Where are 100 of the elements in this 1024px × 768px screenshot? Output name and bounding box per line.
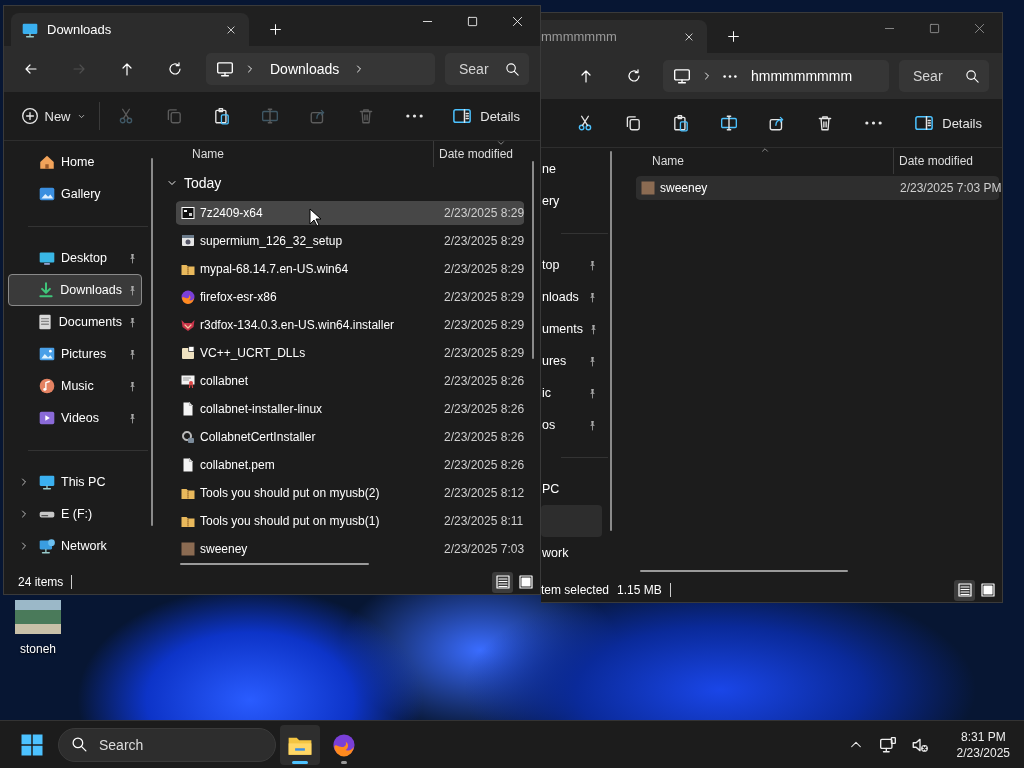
breadcrumb[interactable]: Downloads xyxy=(266,61,344,77)
scrollbar[interactable] xyxy=(640,570,848,572)
column-header[interactable]: Name xyxy=(176,141,434,167)
date-modified: 2/23/2025 7:03 xyxy=(444,542,525,556)
file-row[interactable]: firefox-esr-x86 2/23/2025 8:29 xyxy=(176,283,524,311)
sidebar-item[interactable]: Home xyxy=(8,146,142,178)
file-row[interactable]: CollabnetCertInstaller 2/23/2025 8:26 xyxy=(176,423,524,451)
taskbar-app-button[interactable] xyxy=(280,724,320,765)
more-icon xyxy=(405,114,423,118)
file-name: VC++_UCRT_DLLs xyxy=(200,346,306,360)
close-icon xyxy=(226,24,236,35)
file-row[interactable]: Tools you should put on myusb(1) 2/23/2025 8:11 xyxy=(176,507,524,535)
close-icon xyxy=(512,15,523,27)
file-name: CollabnetCertInstaller xyxy=(200,430,316,444)
scrollbar[interactable] xyxy=(532,161,534,359)
details-button[interactable]: Details xyxy=(444,100,528,132)
folder-search-field[interactable]: Sear xyxy=(445,53,529,85)
sidebar-item[interactable]: os xyxy=(541,409,602,441)
new-button[interactable]: New xyxy=(13,100,93,132)
sidebar-item[interactable]: This PC xyxy=(8,466,142,498)
browser-icon xyxy=(331,731,357,758)
sidebar-item[interactable]: work xyxy=(541,537,602,569)
date-modified: 2/23/2025 8:29 xyxy=(444,290,525,304)
date-modified: 2/23/2025 8:12 xyxy=(444,486,525,500)
tab[interactable]: mmmmmmm xyxy=(541,20,707,53)
trash-icon xyxy=(357,107,375,125)
rename-icon xyxy=(720,114,738,132)
gallery-icon xyxy=(38,185,56,203)
close-icon xyxy=(684,31,694,42)
sidebar-item[interactable]: nloads xyxy=(541,281,602,313)
sidebar-item[interactable]: Downloads xyxy=(8,274,142,306)
file-row[interactable]: sweeney 2/23/2025 7:03 xyxy=(176,535,524,563)
sidebar-item[interactable]: Documents xyxy=(8,306,142,338)
file-row[interactable]: Tools you should put on myusb(2) 2/23/2025 8:12 xyxy=(176,479,524,507)
sidebar-item[interactable]: Music xyxy=(8,370,142,402)
file-row[interactable]: 7z2409-x64 2/23/2025 8:29 xyxy=(176,199,524,227)
file-name: Tools you should put on myusb(1) xyxy=(200,514,380,528)
sidebar-item[interactable]: uments xyxy=(541,313,602,345)
sidebar-item[interactable]: Videos xyxy=(8,402,142,434)
file-row[interactable]: collabnet 2/23/2025 8:26 xyxy=(176,367,524,395)
photo-thumbnail xyxy=(15,600,61,634)
search-icon xyxy=(505,62,520,77)
file-row[interactable]: mypal-68.14.7.en-US.win64 2/23/2025 8:29 xyxy=(176,255,524,283)
sidebar-item[interactable]: ne xyxy=(541,153,602,185)
file-row[interactable]: collabnet.pem 2/23/2025 8:26 xyxy=(176,451,524,479)
file-row[interactable]: collabnet-installer-linux 2/23/2025 8:26 xyxy=(176,395,524,423)
file-row[interactable]: supermium_126_32_setup 2/23/2025 8:29 xyxy=(176,227,524,255)
column-header[interactable]: Date modified xyxy=(434,141,540,167)
taskbar-search-field[interactable]: Search xyxy=(58,727,276,762)
details-view-button[interactable] xyxy=(954,579,975,601)
breadcrumb[interactable]: hmmmmmmmm xyxy=(747,68,857,84)
column-header[interactable]: Date modified xyxy=(894,148,1002,174)
date-modified: 2/23/2025 8:29 xyxy=(444,346,525,360)
sidebar-item[interactable]: Gallery xyxy=(8,178,142,210)
column-header[interactable]: Name xyxy=(636,148,894,174)
date-modified: 2/23/2025 8:29 xyxy=(444,234,525,248)
desktop-shortcut[interactable]: stoneh xyxy=(6,600,70,656)
details-view-button[interactable] xyxy=(492,571,513,593)
sidebar-item[interactable]: Network xyxy=(8,530,142,562)
date-modified: 2/23/2025 8:26 xyxy=(444,374,525,388)
share-icon xyxy=(309,107,327,125)
scrollbar[interactable] xyxy=(610,151,612,531)
details-pane-icon xyxy=(914,113,935,133)
network-icon xyxy=(38,537,56,555)
sidebar-item[interactable]: PC xyxy=(541,473,602,505)
date-modified: 2/23/2025 7:03 PM xyxy=(900,181,1002,195)
scrollbar[interactable] xyxy=(151,158,153,526)
home-icon xyxy=(38,153,56,171)
maximize-icon xyxy=(929,22,940,34)
sidebar-item[interactable]: Desktop xyxy=(8,242,142,274)
date-modified: 2/23/2025 8:26 xyxy=(444,402,525,416)
sidebar-item[interactable]: Pictures xyxy=(8,338,142,370)
video-icon xyxy=(38,409,56,427)
windows-logo-icon xyxy=(20,732,44,757)
clipboard-icon xyxy=(672,114,690,132)
clock[interactable]: 8:31 PM 2/23/2025 xyxy=(952,728,1014,761)
tiles-view-icon xyxy=(517,574,534,590)
sidebar-item[interactable]: top xyxy=(541,249,602,281)
file-row[interactable]: r3dfox-134.0.3.en-US.win64.installer 2/23/2025 8:29 xyxy=(176,311,524,339)
file-row[interactable]: VC++_UCRT_DLLs 2/23/2025 8:29 xyxy=(176,339,524,367)
file-row[interactable]: sweeney 2/23/2025 7:03 PM xyxy=(636,174,999,202)
sidebar-item[interactable]: ures xyxy=(541,345,602,377)
date-modified: 2/23/2025 8:29 xyxy=(444,262,525,276)
sidebar-item[interactable]: E (F:) xyxy=(8,498,142,530)
address-bar[interactable]: hmmmmmmmm xyxy=(663,60,889,92)
details-button[interactable]: Details xyxy=(906,107,990,139)
scissors-icon xyxy=(117,107,135,125)
file-name: 7z2409-x64 xyxy=(200,206,263,220)
folder-search-field[interactable]: Sear xyxy=(899,60,989,92)
tab[interactable]: Downloads xyxy=(11,13,249,46)
date-modified: 2/23/2025 8:26 xyxy=(444,458,525,472)
group-header[interactable]: Today xyxy=(166,167,222,199)
sidebar-item[interactable]: ic xyxy=(541,377,602,409)
download-icon xyxy=(37,281,56,299)
address-bar[interactable]: Downloads xyxy=(206,53,435,85)
selection-size: 1.15 MB xyxy=(617,583,662,597)
scrollbar[interactable] xyxy=(180,563,369,565)
file-name: mypal-68.14.7.en-US.win64 xyxy=(200,262,349,276)
picture-icon xyxy=(38,345,56,363)
sidebar-item[interactable]: ery xyxy=(541,185,602,217)
